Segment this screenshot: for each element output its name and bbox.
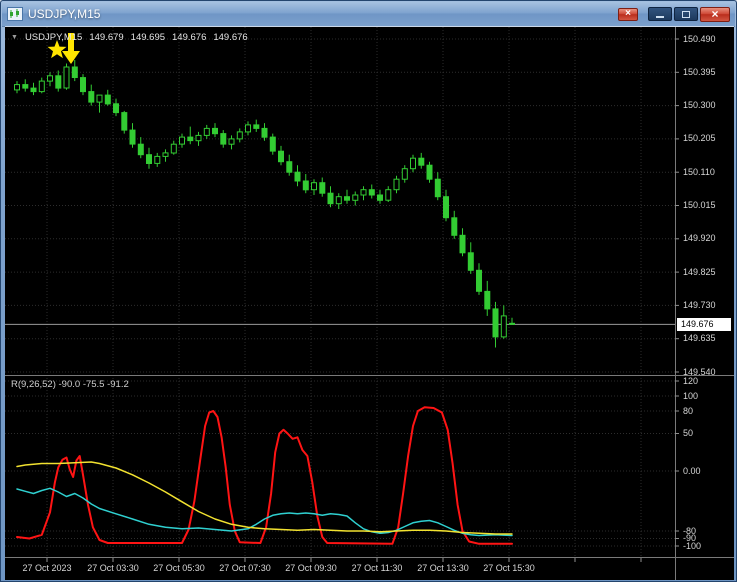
price-axis-label: 150.015 <box>683 200 716 210</box>
price-axis-label: 150.395 <box>683 66 716 77</box>
close-button[interactable]: × <box>700 6 730 22</box>
ohlc-open: 149.679 <box>89 32 124 43</box>
indicator-axis-label: 50 <box>683 428 694 438</box>
grid-layer <box>5 27 675 557</box>
minimize-button[interactable] <box>648 7 672 21</box>
price-axis-label: 150.205 <box>683 133 716 144</box>
collapse-icon[interactable]: ▼ <box>11 34 18 41</box>
time-axis-label: 27 Oct 11:30 <box>351 563 403 573</box>
oscillator-lines-layer <box>16 406 513 545</box>
indicator-axis-label: -100 <box>683 540 702 551</box>
price-axis-label: 149.825 <box>683 266 716 277</box>
ohlc-low: 149.676 <box>172 32 207 43</box>
time-axis-label: 27 Oct 13:30 <box>417 563 469 573</box>
indicator-axis-label: 80 <box>683 405 694 416</box>
indicator-axis-label: 120 <box>683 375 699 386</box>
candles-layer <box>14 60 515 348</box>
time-axis-label: 27 Oct 09:30 <box>285 563 337 573</box>
price-axis-label: 150.300 <box>683 100 716 111</box>
chart-client-area: ▼ USDJPY,M15 149.679 149.695 149.676 149… <box>5 26 734 580</box>
axis-ticks <box>46 38 679 562</box>
ohlc-close: 149.676 <box>213 32 248 43</box>
price-axis-label: 150.490 <box>683 33 716 44</box>
time-axis-label: 27 Oct 05:30 <box>153 563 205 573</box>
indicator-axis-label: 100 <box>683 390 699 401</box>
maximize-icon <box>682 10 690 18</box>
title-bar[interactable]: USDJPY,M15 × × <box>2 2 735 27</box>
mt4-chart-window: USDJPY,M15 × × ▼ USDJPY,M15 149.679 149.… <box>0 0 737 582</box>
chart-plot[interactable] <box>5 27 734 580</box>
time-axis-label: 27 Oct 07:30 <box>219 563 271 573</box>
price-axis-label: 150.110 <box>683 166 715 177</box>
symbol-label: USDJPY,M15 <box>24 32 83 43</box>
window-controls: × × <box>618 6 730 22</box>
indicator-axis-label: 0.00 <box>683 465 701 476</box>
indicator-label: R(9,26,52) -90.0 -75.5 -91.2 <box>11 379 129 390</box>
maximize-button[interactable] <box>674 7 698 21</box>
chart-icon <box>7 7 23 21</box>
price-axis-label: 149.920 <box>683 233 716 244</box>
time-axis-label: 27 Oct 03:30 <box>87 563 139 573</box>
time-axis-label: 27 Oct 15:30 <box>483 563 535 573</box>
chart-close-button[interactable]: × <box>618 7 638 21</box>
price-axis[interactable]: 149.676 150.490 150.395 150.300 150.205 150.… <box>676 27 734 580</box>
price-axis-label: 149.730 <box>683 299 716 310</box>
window-title: USDJPY,M15 <box>28 7 101 21</box>
minimize-icon <box>656 16 664 18</box>
price-axis-label: 149.635 <box>683 333 716 344</box>
ohlc-high: 149.695 <box>130 32 166 43</box>
time-axis[interactable]: 27 Oct 2023 27 Oct 03:30 27 Oct 05:30 27 Oc… <box>5 560 675 580</box>
current-price-tag: 149.676 <box>677 317 731 331</box>
time-axis-label: 27 Oct 2023 <box>22 563 72 573</box>
ohlc-info: ▼ USDJPY,M15 149.679 149.695 149.676 149… <box>11 32 248 43</box>
